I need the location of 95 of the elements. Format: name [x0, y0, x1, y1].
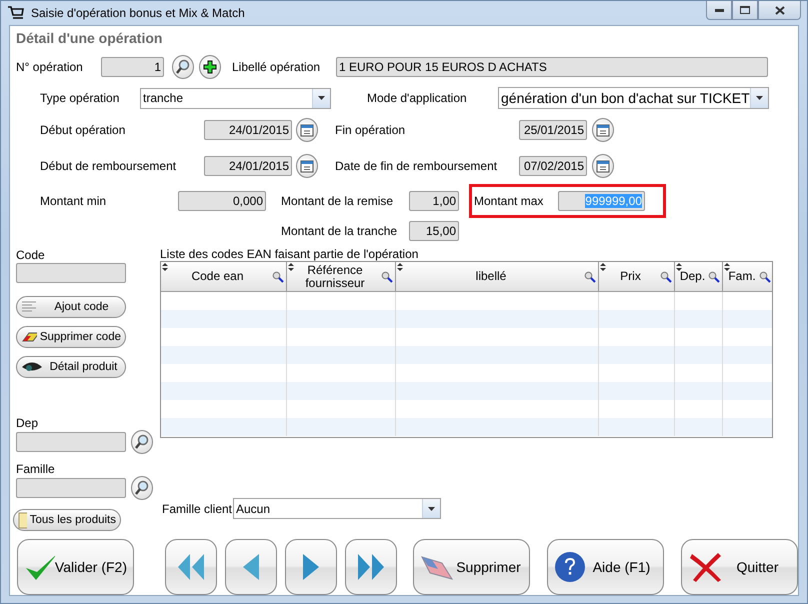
search-icon [584, 271, 596, 283]
calendar-button[interactable] [296, 118, 318, 142]
calendar-icon [596, 123, 610, 137]
search-icon [272, 271, 284, 283]
input-field[interactable] [16, 432, 126, 452]
column-header[interactable]: Référence fournisseur [287, 262, 396, 292]
dropdown-arrow-icon [318, 96, 325, 100]
input-field[interactable] [16, 478, 126, 498]
search-button[interactable] [172, 55, 194, 79]
cart-icon [7, 4, 25, 20]
toolbar-button[interactable]: Supprimer [413, 539, 530, 595]
nav-button[interactable] [225, 539, 277, 595]
dropdown[interactable]: génération d'un bon d'achat sur TICKET [498, 87, 769, 109]
maximize-icon [740, 6, 750, 14]
field-label: Montant de la tranche [281, 224, 398, 238]
input-field[interactable]: 1 EURO POUR 15 EUROS D ACHATS [336, 57, 768, 77]
field-label: Montant min [40, 194, 108, 208]
field-label: Montant de la remise [281, 194, 394, 208]
add-button[interactable] [199, 55, 221, 79]
date-field[interactable]: 07/02/2015 [519, 156, 587, 176]
calendar-icon [300, 123, 314, 137]
field-label: Famille [16, 462, 56, 476]
toolbar-button[interactable]: Valider (F2) [17, 539, 134, 595]
date-field[interactable]: 25/01/2015 [519, 120, 587, 140]
field-label: N° opération [16, 60, 84, 74]
field-label: Libellé opération [232, 60, 322, 74]
search-icon [381, 271, 393, 283]
document-icon [18, 512, 27, 528]
search-icon [660, 271, 672, 283]
search-icon [134, 434, 150, 450]
right-arrow-icon [301, 552, 321, 582]
list-icon [21, 300, 39, 314]
pill-button[interactable]: Supprimer code [16, 326, 126, 348]
date-field[interactable]: 24/01/2015 [204, 156, 292, 176]
input-field[interactable]: 1,00 [409, 191, 459, 211]
search-icon [759, 271, 771, 283]
section-title: Détail d'une opération [16, 30, 164, 48]
column-header[interactable]: Code ean [161, 262, 287, 292]
sort-icon [162, 263, 168, 271]
search-icon [134, 480, 150, 496]
field-label: Fin opération [335, 123, 406, 137]
input-field[interactable]: 0,000 [178, 191, 266, 211]
column-header[interactable]: libellé [396, 262, 599, 292]
input-field[interactable] [16, 263, 126, 283]
eraser-icon [21, 330, 37, 344]
cross-icon [688, 550, 724, 584]
double-right-arrow-icon [356, 552, 386, 582]
calendar-icon [300, 159, 314, 173]
minimize-button[interactable] [706, 1, 732, 20]
search-button[interactable] [131, 430, 153, 454]
column-header[interactable]: Dep. [675, 262, 723, 292]
all-products-button[interactable]: Tous les produits [13, 509, 121, 531]
input-field[interactable]: 15,00 [409, 221, 459, 241]
minimize-icon [714, 8, 724, 12]
calendar-icon [596, 159, 610, 173]
column-header[interactable]: Fam. [723, 262, 772, 292]
double-left-arrow-icon [176, 552, 206, 582]
dropdown-arrow-icon [756, 96, 763, 100]
search-icon [708, 271, 720, 283]
field-label: Début de remboursement [40, 159, 178, 173]
question-mark-icon [554, 551, 586, 583]
dropdown[interactable]: Aucun [233, 498, 441, 519]
field-label: Type opération [40, 91, 120, 105]
plus-icon [203, 60, 217, 74]
window-title: Saisie d'opération bonus et Mix & Match [31, 6, 246, 20]
table-caption: Liste des codes EAN faisant partie de l'opération [160, 248, 420, 261]
dropdown-arrow-icon [428, 506, 435, 510]
column-header[interactable]: Prix [599, 262, 675, 292]
nav-button[interactable] [345, 539, 397, 595]
close-icon [774, 6, 784, 14]
calendar-button[interactable] [296, 154, 318, 178]
search-icon [175, 59, 191, 75]
nav-button[interactable] [285, 539, 337, 595]
toolbar-button[interactable]: Aide (F1) [547, 539, 664, 595]
toolbar-button[interactable]: Quitter [681, 539, 798, 595]
eye-icon [21, 360, 43, 374]
close-button[interactable] [758, 1, 801, 20]
field-label: Date de fin de remboursement [335, 159, 498, 173]
pill-button[interactable]: Ajout code [16, 296, 126, 318]
maximize-button[interactable] [732, 1, 758, 20]
field-label: Dep [16, 416, 40, 430]
dropdown[interactable]: tranche [140, 88, 331, 108]
left-arrow-icon [241, 552, 261, 582]
input-field[interactable]: 1 [101, 57, 164, 77]
nav-button[interactable] [165, 539, 217, 595]
date-field[interactable]: 24/01/2015 [204, 120, 292, 140]
search-button[interactable] [131, 476, 153, 500]
field-label: Code [16, 248, 46, 262]
field-label: Montant max [474, 194, 544, 208]
calendar-button[interactable] [592, 154, 614, 178]
pill-button[interactable]: Détail produit [16, 356, 126, 378]
field-label: Famille client [162, 502, 233, 516]
calendar-button[interactable] [592, 118, 614, 142]
field-label: Début opération [40, 123, 126, 137]
field-label: Mode d'application [367, 91, 468, 105]
